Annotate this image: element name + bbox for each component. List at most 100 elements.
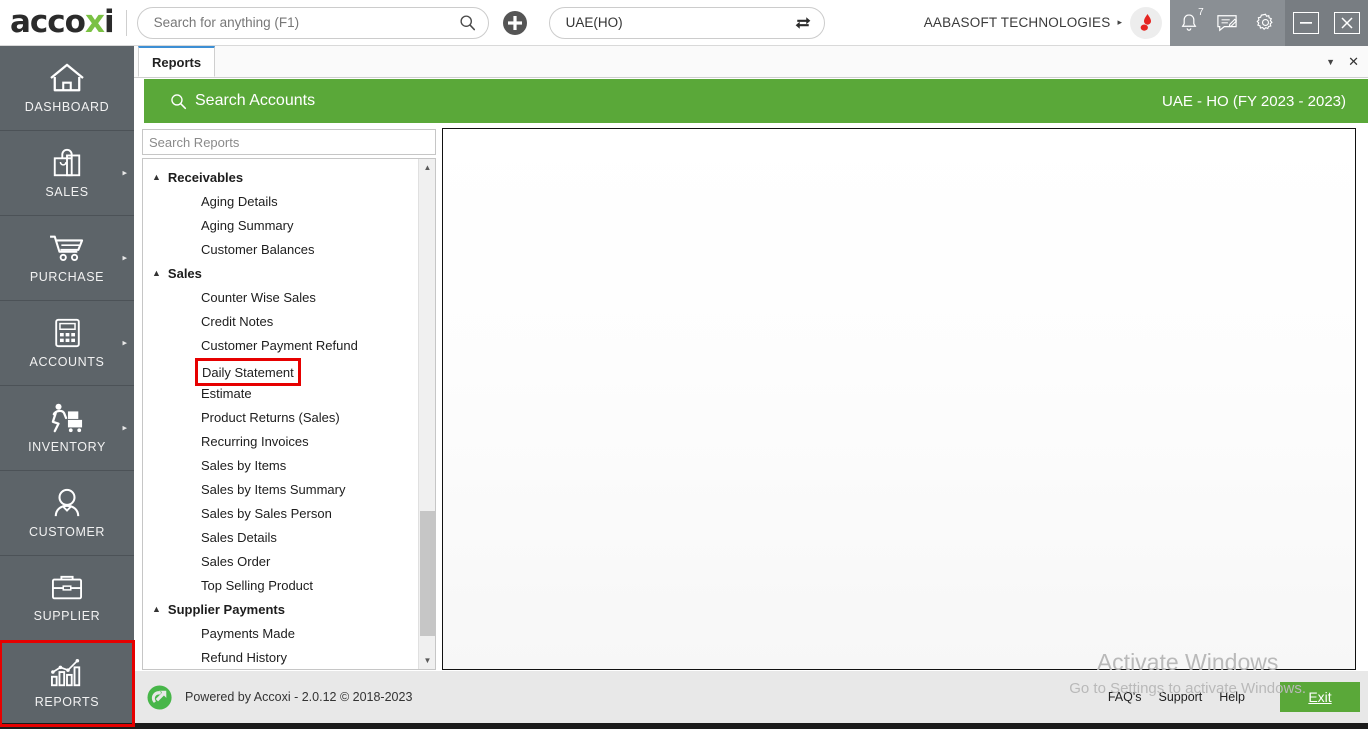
bar-chart-icon — [51, 658, 81, 687]
chevron-down-icon[interactable]: ▼ — [1326, 57, 1335, 67]
sidebar-item-dashboard[interactable]: DASHBOARD — [0, 46, 134, 131]
branch-selector[interactable]: UAE(HO) — [548, 6, 825, 39]
sidebar-item-sales[interactable]: SALES ▸ — [0, 131, 134, 216]
tree-item-sales-by-items[interactable]: Sales by Items — [143, 453, 419, 477]
tree-item-aging-details[interactable]: Aging Details — [143, 189, 419, 213]
chevron-right-icon[interactable]: ▸ — [122, 168, 127, 179]
reports-tree-scrollbar[interactable]: ▲ ▼ — [418, 159, 435, 669]
tree-item-label: Customer Payment Refund — [201, 337, 358, 353]
sidebar-item-reports[interactable]: REPORTS — [0, 640, 135, 727]
main-sidebar: DASHBOARD SALES ▸ PURCHASE ▸ ACCOUNTS ▸ … — [0, 46, 135, 729]
tree-item-label: Recurring Invoices — [201, 433, 309, 449]
accoxi-mark-icon — [146, 684, 173, 711]
tree-item-label: Product Returns (Sales) — [201, 409, 340, 425]
tree-item-customer-balances[interactable]: Customer Balances — [143, 237, 419, 261]
chevron-up-icon[interactable]: ▲ — [152, 268, 161, 278]
person-icon — [54, 488, 80, 517]
tree-group-header[interactable]: ▲ Supplier Payments — [143, 597, 419, 621]
branch-value: UAE(HO) — [565, 15, 623, 30]
avatar[interactable] — [1130, 6, 1162, 39]
tree-item-estimate[interactable]: Estimate — [143, 381, 419, 405]
search-input[interactable] — [153, 15, 459, 30]
tree-item-payments-made[interactable]: Payments Made — [143, 621, 419, 645]
global-search-box[interactable] — [136, 6, 489, 39]
reports-search-input[interactable] — [149, 134, 429, 150]
system-icons-group: 7 — [1170, 0, 1285, 46]
sidebar-item-label: REPORTS — [34, 695, 100, 709]
tab-strip: Reports ▼ ✕ — [134, 46, 1368, 78]
sidebar-item-label: PURCHASE — [29, 270, 105, 284]
tab-reports[interactable]: Reports — [138, 46, 216, 77]
tree-item-sales-by-items-summary[interactable]: Sales by Items Summary — [143, 477, 419, 501]
tree-group-label: Sales — [167, 265, 202, 281]
search-icon[interactable] — [459, 14, 476, 31]
footer-link-help[interactable]: Help — [1219, 690, 1245, 704]
chevron-right-icon[interactable]: ▸ — [122, 338, 127, 349]
scroll-down-arrow-icon[interactable]: ▼ — [419, 652, 435, 669]
add-new-button[interactable] — [502, 10, 527, 35]
scroll-up-arrow-icon[interactable]: ▲ — [419, 159, 435, 176]
chevron-right-icon[interactable]: ▸ — [1117, 17, 1122, 28]
scrollbar-thumb[interactable] — [420, 511, 435, 636]
tab-label: Reports — [152, 54, 202, 70]
footer-bar: Powered by Accoxi - 2.0.12 © 2018-2023 F… — [134, 671, 1368, 723]
close-button[interactable] — [1334, 11, 1361, 34]
sidebar-item-inventory[interactable]: INVENTORY ▸ — [0, 386, 134, 471]
close-icon[interactable]: ✕ — [1348, 55, 1359, 68]
organization-area[interactable]: AABASOFT TECHNOLOGIES ▸ — [923, 6, 1170, 39]
sidebar-item-purchase[interactable]: PURCHASE ▸ — [0, 216, 134, 301]
calculator-icon — [54, 318, 80, 348]
tree-item-counter-wise-sales[interactable]: Counter Wise Sales — [143, 285, 419, 309]
tree-item-label: Credit Notes — [201, 313, 274, 329]
tree-item-aging-summary[interactable]: Aging Summary — [143, 213, 419, 237]
tree-item-label: Payments Made — [201, 625, 295, 641]
tree-group-header[interactable]: ▲ Sales — [143, 261, 419, 285]
tree-item-label: Sales by Sales Person — [201, 505, 332, 521]
tree-item-customer-payment-refund[interactable]: Customer Payment Refund — [143, 333, 419, 357]
switch-branch-icon[interactable] — [794, 14, 812, 32]
tree-item-credit-notes[interactable]: Credit Notes — [143, 309, 419, 333]
chevron-up-icon[interactable]: ▲ — [152, 604, 161, 614]
tree-item-sales-order[interactable]: Sales Order — [143, 549, 419, 573]
tree-item-label: Customer Balances — [201, 241, 315, 257]
tree-item-label: Refund History — [201, 649, 287, 665]
footer-link-support[interactable]: Support — [1159, 690, 1203, 704]
tree-item-label: Sales by Items — [201, 457, 287, 473]
application-window: accoxi UAE(HO) — [0, 0, 1368, 729]
shopping-bag-icon — [53, 148, 81, 177]
gear-icon[interactable] — [1255, 12, 1276, 33]
page-header-bar: Search Accounts UAE - HO (FY 2023 - 2023… — [144, 79, 1368, 123]
tree-item-product-returns-sales[interactable]: Product Returns (Sales) — [143, 405, 419, 429]
sidebar-item-customer[interactable]: CUSTOMER — [0, 471, 134, 556]
reports-search-box[interactable] — [142, 129, 436, 155]
tree-item-label-highlighted: Daily Statement — [202, 364, 294, 380]
chevron-up-icon[interactable]: ▲ — [152, 172, 161, 182]
sidebar-item-supplier[interactable]: SUPPLIER — [0, 556, 134, 641]
notifications-button[interactable]: 7 — [1179, 7, 1204, 33]
tree-group-label: Supplier Payments — [167, 601, 285, 617]
exit-button[interactable]: Exit — [1280, 682, 1360, 712]
tree-group-header[interactable]: ▲ Receivables — [143, 165, 419, 189]
tree-item-label: Top Selling Product — [201, 577, 314, 593]
chevron-right-icon[interactable]: ▸ — [122, 253, 127, 264]
logo-text-first: acco — [10, 4, 86, 40]
tree-item-top-selling-product[interactable]: Top Selling Product — [143, 573, 419, 597]
tree-item-sales-details[interactable]: Sales Details — [143, 525, 419, 549]
minimize-button[interactable] — [1292, 11, 1319, 34]
sidebar-item-accounts[interactable]: ACCOUNTS ▸ — [0, 301, 134, 386]
tree-group-label: Receivables — [167, 169, 244, 185]
chevron-right-icon[interactable]: ▸ — [122, 423, 127, 434]
powered-by-text: Powered by Accoxi - 2.0.12 © 2018-2023 — [185, 690, 413, 704]
shopping-cart-icon — [50, 235, 84, 261]
tree-item-label: Sales by Items Summary — [201, 481, 346, 497]
tree-item-refund-history[interactable]: Refund History — [143, 645, 419, 669]
tree-item-label: Aging Details — [201, 193, 278, 209]
messages-button[interactable] — [1216, 13, 1238, 33]
tree-item-recurring-invoices[interactable]: Recurring Invoices — [143, 429, 419, 453]
tree-item-label: Aging Summary — [201, 217, 294, 233]
sidebar-item-label: SUPPLIER — [33, 609, 101, 623]
tree-item-daily-statement[interactable]: Daily StatementDaily Statement — [143, 357, 419, 386]
footer-link-faqs[interactable]: FAQ's — [1108, 690, 1142, 704]
tree-item-sales-by-sales-person[interactable]: Sales by Sales Person — [143, 501, 419, 525]
organization-name: AABASOFT TECHNOLOGIES — [923, 15, 1111, 30]
